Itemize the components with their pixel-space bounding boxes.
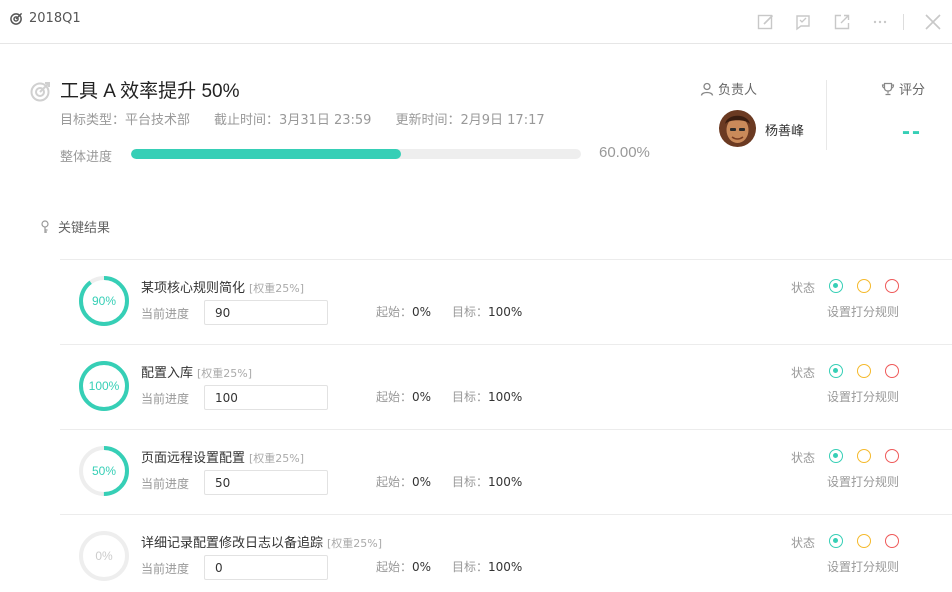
overall-progress-value: 60.00% [599, 144, 650, 161]
status-yellow-radio[interactable] [857, 449, 871, 463]
kr-progress-ring-label: 0% [95, 549, 113, 563]
kr-title[interactable]: 页面远程设置配置 [权重25%] [141, 447, 304, 466]
kr-start: 起始：0% [376, 560, 432, 574]
period-label: 2018Q1 [29, 11, 81, 26]
breadcrumb[interactable]: 2018Q1 [10, 11, 81, 26]
comment-icon[interactable] [785, 0, 823, 44]
kr-progress-ring-label: 90% [91, 294, 117, 308]
status-green-radio[interactable] [829, 279, 843, 293]
key-result-row[interactable]: 50% 页面远程设置配置 [权重25%] 当前进度 50 起始：0% 目标：100… [60, 429, 952, 514]
kr-weight: [权重25%] [327, 537, 383, 550]
kr-start: 起始：0% [376, 305, 432, 319]
key-result-row[interactable]: 0% 详细记录配置修改日志以备追踪 [权重25%] 当前进度 0 起始：0% 目标… [60, 514, 952, 592]
top-bar: 2018Q1 [0, 0, 952, 44]
kr-start: 起始：0% [376, 390, 432, 404]
set-scoring-rule-link[interactable]: 设置打分规则 [827, 558, 899, 575]
score-value: -- [902, 118, 922, 145]
avatar[interactable] [719, 110, 756, 147]
key-results-title: 关键结果 [58, 221, 111, 236]
kr-target: 目标：100% [452, 390, 523, 404]
kr-title[interactable]: 某项核心规则简化 [权重25%] [141, 277, 304, 296]
key-results-list: 90% 某项核心规则简化 [权重25%] 当前进度 90 起始：0% 目标：100… [60, 259, 952, 592]
current-progress-label: 当前进度 [141, 392, 190, 406]
objective-type: 目标类型：平台技术部 [60, 113, 191, 128]
status-red-radio[interactable] [885, 534, 899, 548]
objective-title: 工具 A 效率提升 50% [60, 81, 240, 102]
status-yellow-radio[interactable] [857, 534, 871, 548]
owner-header: 负责人 [700, 79, 757, 98]
overall-progress-label: 整体进度 [60, 150, 113, 165]
kr-start: 起始：0% [376, 475, 432, 489]
external-link-icon[interactable] [823, 0, 861, 44]
kr-title[interactable]: 配置入库 [权重25%] [141, 362, 252, 381]
current-progress-label: 当前进度 [141, 477, 190, 491]
status-label: 状态 [791, 451, 816, 465]
status-red-radio[interactable] [885, 364, 899, 378]
score-header: 评分 [881, 79, 925, 98]
objective-deadline: 截止时间：3月31日 23:59 [214, 113, 372, 128]
user-icon [700, 82, 714, 96]
kr-title[interactable]: 详细记录配置修改日志以备追踪 [权重25%] [141, 532, 382, 551]
owner-label: 负责人 [718, 83, 758, 98]
current-progress-input[interactable]: 90 [204, 300, 328, 325]
kr-progress-ring-label: 100% [88, 379, 120, 393]
status-label: 状态 [791, 366, 816, 380]
status-red-radio[interactable] [885, 449, 899, 463]
key-result-row[interactable]: 90% 某项核心规则简化 [权重25%] 当前进度 90 起始：0% 目标：100… [60, 259, 952, 344]
target-icon [10, 12, 23, 25]
owner-name: 杨善峰 [765, 124, 805, 139]
set-scoring-rule-link[interactable]: 设置打分规则 [827, 473, 899, 490]
key-results-header: 关键结果 [40, 217, 110, 236]
current-progress-input[interactable]: 50 [204, 470, 328, 495]
set-scoring-rule-link[interactable]: 设置打分规则 [827, 303, 899, 320]
status-green-radio[interactable] [829, 364, 843, 378]
toolbar-divider [903, 14, 904, 30]
overall-progress-fill [131, 149, 401, 159]
status-green-radio[interactable] [829, 449, 843, 463]
current-progress-label: 当前进度 [141, 562, 190, 576]
status-red-radio[interactable] [885, 279, 899, 293]
current-progress-input[interactable]: 100 [204, 385, 328, 410]
key-result-row[interactable]: 100% 配置入库 [权重25%] 当前进度 100 起始：0% 目标：100% … [60, 344, 952, 429]
kr-progress-ring-label: 50% [91, 464, 117, 478]
kr-target: 目标：100% [452, 560, 523, 574]
kr-weight: [权重25%] [197, 367, 253, 380]
overall-progress-bar [131, 149, 581, 159]
current-progress-input[interactable]: 0 [204, 555, 328, 580]
key-icon [41, 219, 49, 233]
trophy-icon [881, 82, 895, 95]
header-divider [826, 80, 827, 150]
current-progress-label: 当前进度 [141, 307, 190, 321]
status-label: 状态 [791, 536, 816, 550]
objective-updated: 更新时间：2月9日 17:17 [395, 113, 545, 128]
kr-weight: [权重25%] [249, 282, 305, 295]
close-icon[interactable] [914, 0, 952, 44]
status-yellow-radio[interactable] [857, 364, 871, 378]
more-icon[interactable] [861, 0, 899, 44]
kr-target: 目标：100% [452, 305, 523, 319]
objective-meta: 目标类型：平台技术部 截止时间：3月31日 23:59 更新时间：2月9日 17… [60, 109, 569, 128]
status-label: 状态 [791, 281, 816, 295]
objective-target-icon [30, 80, 52, 106]
set-scoring-rule-link[interactable]: 设置打分规则 [827, 388, 899, 405]
edit-icon[interactable] [747, 0, 785, 44]
score-label: 评分 [899, 83, 926, 98]
status-green-radio[interactable] [829, 534, 843, 548]
kr-target: 目标：100% [452, 475, 523, 489]
kr-weight: [权重25%] [249, 452, 305, 465]
status-yellow-radio[interactable] [857, 279, 871, 293]
